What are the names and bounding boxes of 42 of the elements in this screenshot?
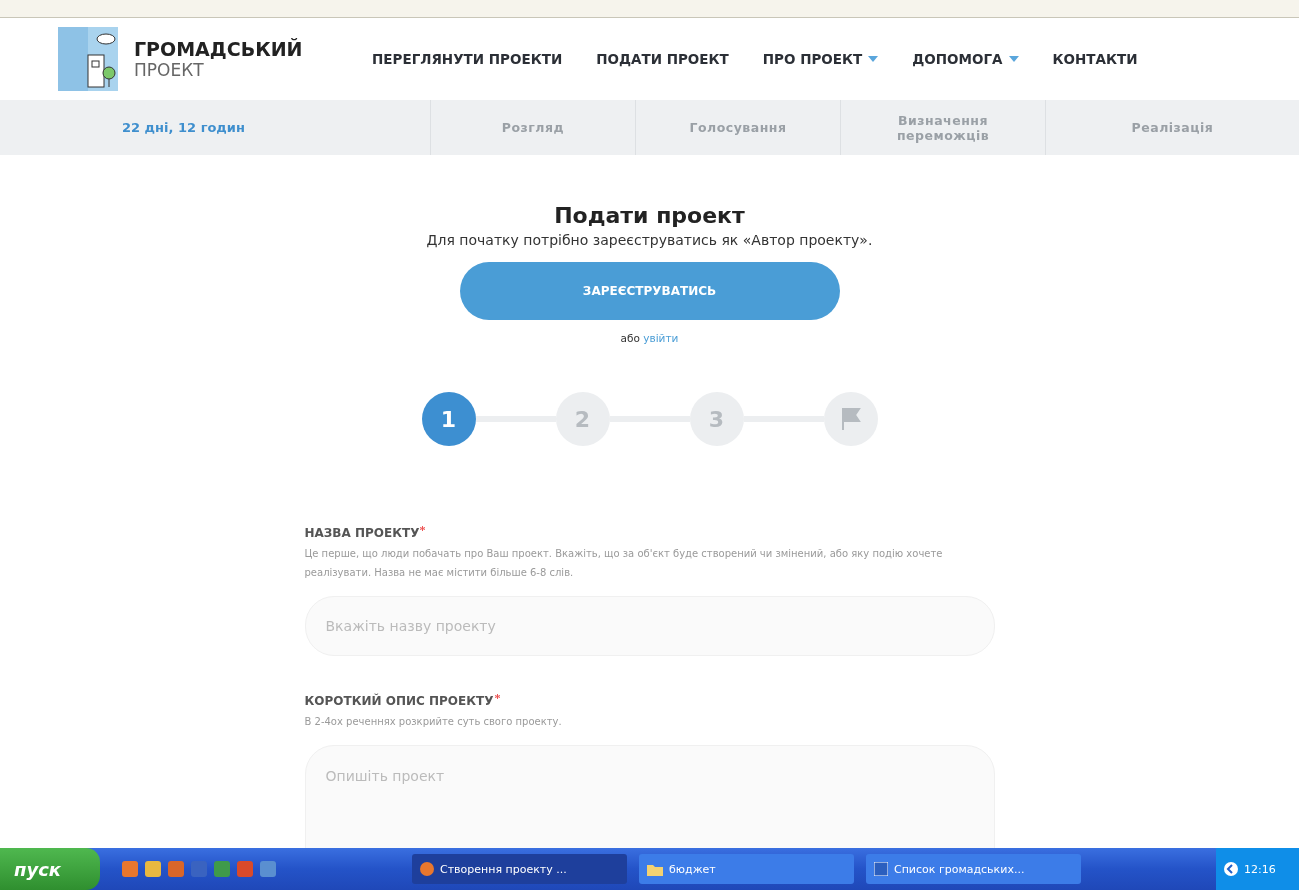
phase-label: Визначення переможців: [895, 112, 991, 143]
flag-icon: [840, 408, 861, 430]
logo-icon: [58, 27, 118, 91]
step-indicator[interactable]: 1: [421, 392, 476, 446]
chevron-icon[interactable]: [1224, 862, 1238, 876]
countdown-text: 22 дні, 12 годин: [121, 120, 246, 135]
logo-title: ГРОМАДСЬКИЙ: [134, 38, 304, 60]
quick-launch-icon[interactable]: [191, 861, 207, 877]
taskbar-task[interactable]: Створення проекту ...: [412, 854, 627, 884]
start-button[interactable]: пуск: [0, 848, 100, 890]
nav-link[interactable]: ДОПОМОГА: [912, 51, 1019, 67]
phase-label: Голосування: [688, 120, 788, 135]
quick-launch-icon[interactable]: [145, 861, 161, 877]
clock: 12:16: [1244, 862, 1276, 876]
logo-subtitle: ПРОЕКТ: [134, 60, 205, 80]
phase-label: Реалізація: [1130, 120, 1215, 135]
quick-launch-icon[interactable]: [214, 861, 230, 877]
quick-launch-icon[interactable]: [168, 861, 184, 877]
nav-link[interactable]: ПОДАТИ ПРОЕКТ: [596, 51, 729, 67]
browser-icon: [420, 862, 434, 876]
quick-launch-icon[interactable]: [122, 861, 138, 877]
register-button[interactable]: ЗАРЕЄСТРУВАТИСЬ: [459, 262, 840, 320]
page-subtitle: Для початку потрібно зареєструватись як «Автор проекту».: [426, 232, 873, 248]
textarea-field[interactable]: Опишіть проект: [304, 745, 995, 848]
taskbar-task[interactable]: бюджет: [639, 854, 854, 884]
page-title: Подати проект: [554, 203, 745, 228]
field-hint: Це перше, що люди побачать про Ваш проект. Вкажіть, що за об'єкт буде створений чи змінений, або яку подію хочете реалізувати. Назва не має містити більше 6-8 слів.: [304, 547, 944, 580]
field-label: НАЗВА ПРОЕКТУ: [304, 526, 995, 540]
quick-launch-icon[interactable]: [237, 861, 253, 877]
taskbar-task[interactable]: Список громадських...: [866, 854, 1081, 884]
field-hint: В 2-4ох реченнях розкрийте суть свого проекту.: [304, 715, 563, 729]
login-link[interactable]: увійти: [643, 332, 679, 344]
phase-label: Розгляд: [500, 120, 566, 135]
folder-icon: [647, 862, 663, 876]
input-field[interactable]: Вкажіть назву проекту: [304, 596, 995, 656]
document-icon: [874, 862, 888, 876]
nav-link[interactable]: КОНТАКТИ: [1052, 51, 1138, 67]
nav-link[interactable]: ПЕРЕГЛЯНУТИ ПРОЕКТИ: [372, 51, 563, 67]
login-prompt: або увійти: [620, 332, 679, 344]
field-label: КОРОТКИЙ ОПИС ПРОЕКТУ: [304, 694, 995, 708]
nav-link[interactable]: ПРО ПРОЕКТ: [762, 51, 879, 67]
quick-launch-icon[interactable]: [260, 861, 276, 877]
